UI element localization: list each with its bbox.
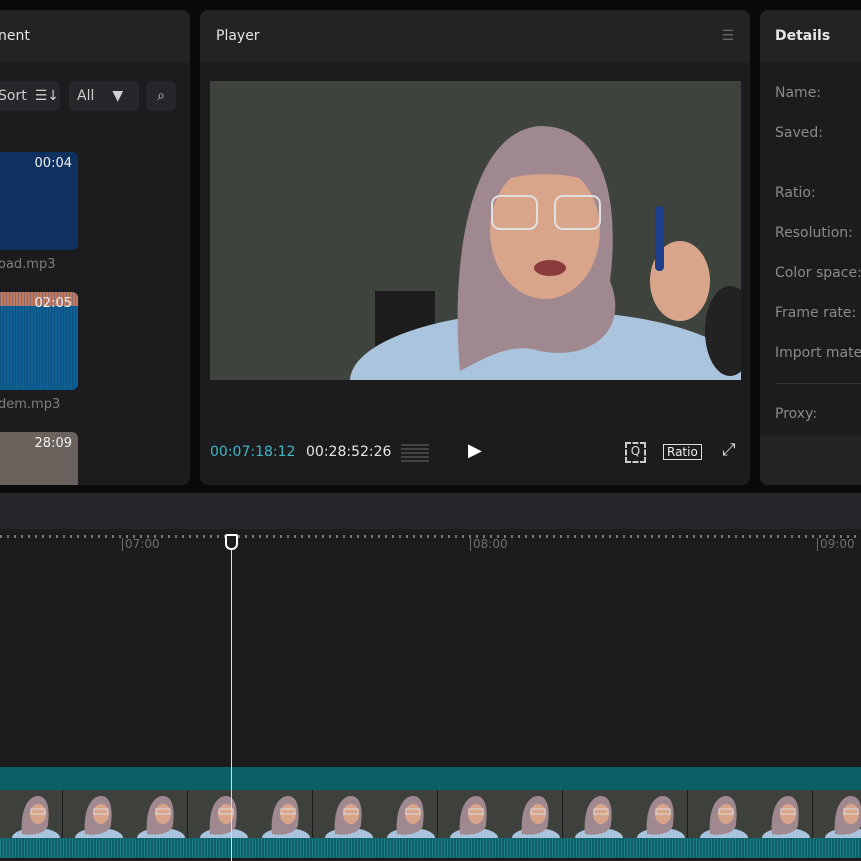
audio-meter-icon: [401, 442, 429, 462]
timeline-toolbar: [0, 493, 861, 529]
media-duration: 02:05: [34, 296, 72, 311]
media-item[interactable]: 00:04: [0, 152, 78, 250]
sort-icon: ☰↓: [34, 88, 59, 104]
video-frame: [350, 126, 741, 380]
clip-thumbnail: [625, 790, 688, 838]
clip-thumbnail: [187, 790, 251, 838]
menu-icon[interactable]: ☰: [721, 28, 734, 44]
sort-label: Sort: [0, 88, 27, 104]
detail-name-label: Name:: [775, 85, 822, 101]
media-duration: 00:04: [34, 156, 72, 171]
media-item[interactable]: 02:05: [0, 292, 78, 390]
media-header: nent: [0, 10, 190, 62]
clip-thumbnail: [250, 790, 313, 838]
ruler-tick-label: 07:00: [122, 538, 160, 551]
clip-thumbnail: [0, 790, 63, 838]
detail-resolution-label: Resolution:: [775, 225, 853, 241]
audio-waveform: [0, 838, 861, 858]
video-clip-header[interactable]: [0, 767, 861, 790]
timeline[interactable]: 07:00 08:00 09:00: [0, 493, 861, 861]
detail-framerate-label: Frame rate:: [775, 305, 857, 321]
ruler-tick-label: 09:00: [817, 538, 855, 551]
zoom-fit-button[interactable]: Q: [625, 442, 646, 463]
detail-proxy-label: Proxy:: [775, 406, 818, 422]
filter-icon: ▼: [112, 88, 124, 104]
video-clip-thumbnails[interactable]: [0, 790, 861, 838]
fullscreen-button[interactable]: ⤢: [722, 440, 736, 460]
clip-thumbnail: [750, 790, 813, 838]
detail-import-label: Import mate: [775, 345, 861, 361]
sort-button[interactable]: Sort ☰↓: [0, 81, 60, 111]
details-title: Details: [760, 10, 861, 62]
clip-thumbnail: [687, 790, 751, 838]
search-button[interactable]: ⌕: [146, 81, 176, 111]
filter-label: All: [77, 88, 95, 104]
media-duration: 28:09: [34, 436, 72, 451]
detail-saved-label: Saved:: [775, 125, 823, 141]
ratio-button[interactable]: Ratio: [663, 444, 702, 460]
search-icon: ⌕: [157, 88, 165, 104]
clip-thumbnail: [500, 790, 563, 838]
player-title: Player: [216, 28, 260, 44]
playhead-handle[interactable]: [225, 534, 238, 550]
media-title: nent: [0, 28, 30, 44]
clip-thumbnail: [62, 790, 126, 838]
detail-colorspace-label: Color space:: [775, 265, 861, 281]
playhead-line[interactable]: [231, 541, 232, 861]
details-panel: Details Name: Saved: Ratio: Resolution: …: [760, 10, 861, 485]
clip-thumbnail: [312, 790, 376, 838]
ruler-tick-label: 08:00: [470, 538, 508, 551]
current-time: 00:07:18:12: [210, 444, 296, 460]
media-filename: dem.mp3: [0, 397, 61, 412]
media-filename: oad.mp3: [0, 257, 56, 272]
total-time: 00:28:52:26: [306, 444, 392, 460]
play-button[interactable]: ▶: [468, 440, 482, 461]
clip-thumbnail: [812, 790, 861, 838]
clip-thumbnail: [125, 790, 188, 838]
detail-ratio-label: Ratio:: [775, 185, 816, 201]
player-panel: Player ☰ 00:07:18:12 00:28:52:26 ▶ Q Rati…: [200, 10, 750, 485]
media-item[interactable]: 28:09: [0, 432, 78, 485]
media-panel: nent Sort ☰↓ All ▼ ⌕ 00:04 oad.mp3 02:05 d…: [0, 10, 190, 485]
clip-thumbnail: [562, 790, 626, 838]
video-preview[interactable]: [210, 81, 741, 380]
filter-button[interactable]: All ▼: [69, 81, 139, 111]
clip-thumbnail: [437, 790, 501, 838]
clip-thumbnail: [375, 790, 438, 838]
